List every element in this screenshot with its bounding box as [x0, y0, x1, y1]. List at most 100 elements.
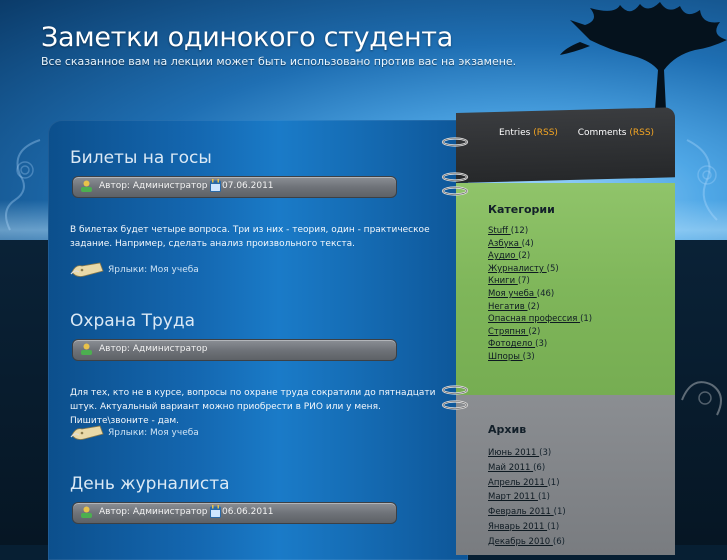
- category-link[interactable]: Негатив: [488, 302, 527, 312]
- binder-ring-icon: [441, 385, 469, 395]
- category-count: (1): [580, 314, 593, 325]
- post-date: 07.06.2011: [222, 181, 274, 191]
- archive-count: (1): [547, 477, 560, 488]
- list-item: Апрель 2011 (1): [488, 476, 566, 491]
- post-meta-bar: Автор: Администратор 06.06.2011: [72, 502, 397, 524]
- post-author: Автор: Администратор: [99, 344, 208, 354]
- category-link[interactable]: Опасная профессия: [488, 314, 580, 324]
- comments-link[interactable]: Comments: [578, 128, 627, 138]
- archive-link[interactable]: Апрель 2011: [488, 478, 547, 488]
- list-item: Книги (7): [488, 275, 592, 288]
- category-count: (3): [522, 351, 535, 362]
- category-count: (2): [528, 326, 541, 337]
- post-paragraph: Для тех, кто не в курсе, вопросы по охра…: [70, 388, 436, 426]
- post-title[interactable]: День журналиста: [70, 474, 230, 494]
- category-link[interactable]: Фотодело: [488, 339, 535, 349]
- sidebar-feeds-panel: [456, 107, 675, 183]
- entries-rss-link[interactable]: (RSS): [533, 128, 558, 138]
- decorative-swirl-icon: [5, 139, 41, 231]
- list-item: Опасная профессия (1): [488, 313, 592, 326]
- calendar-icon: [210, 505, 221, 518]
- decorative-swirl-icon: [686, 139, 718, 221]
- category-count: (2): [518, 251, 531, 262]
- category-count: (12): [510, 226, 529, 236]
- category-link[interactable]: Аудио: [488, 251, 518, 261]
- calendar-icon: [210, 179, 221, 192]
- tree-icon: [560, 2, 727, 110]
- list-item: Май 2011 (6): [488, 461, 566, 476]
- archive-link[interactable]: Декабрь 2010: [488, 537, 553, 547]
- decorative-swirl-icon: [681, 381, 722, 416]
- post-body: В билетах будет четыре вопроса. Три из н…: [70, 223, 440, 251]
- category-count: (46): [536, 288, 555, 299]
- category-count: (3): [535, 339, 548, 350]
- list-item: Журналисту (5): [488, 263, 592, 276]
- post-title[interactable]: Билеты на госы: [70, 148, 212, 168]
- list-item: Июнь 2011 (3): [488, 446, 566, 461]
- archive-count: (1): [553, 507, 566, 518]
- post-date: 06.06.2011: [222, 507, 274, 517]
- user-icon: [81, 343, 92, 355]
- list-item: Аудио (2): [488, 250, 592, 263]
- comments-rss-link[interactable]: (RSS): [629, 128, 654, 138]
- archive-link[interactable]: Май 2011: [488, 463, 533, 473]
- archive-link[interactable]: Июнь 2011: [488, 448, 539, 458]
- archive-title: Архив: [488, 423, 527, 436]
- site-title[interactable]: Заметки одинокого студента: [41, 22, 453, 53]
- main-content: Билеты на госы Автор: Администратор 07.0…: [48, 120, 468, 560]
- list-item: Азбука (4): [488, 238, 592, 251]
- entries-link[interactable]: Entries: [499, 128, 530, 138]
- list-item: Негатив (2): [488, 301, 592, 314]
- category-count: (2): [527, 301, 540, 312]
- post-tags: Ярлыки: Моя учеба: [70, 423, 270, 445]
- category-link[interactable]: Стряпня: [488, 327, 528, 337]
- binder-ring-icon: [441, 186, 469, 196]
- list-item: Шпоры (3): [488, 351, 592, 364]
- binder-ring-icon: [441, 137, 469, 147]
- tags-link[interactable]: Ярлыки: Моя учеба: [108, 428, 199, 438]
- archive-count: (1): [537, 492, 550, 503]
- tag-icon: [70, 425, 104, 440]
- binder-ring-icon: [441, 400, 469, 410]
- archive-count: (6): [533, 462, 546, 473]
- archive-list: Июнь 2011 (3) Май 2011 (6) Апрель 2011 (…: [488, 446, 566, 550]
- archive-count: (3): [539, 448, 552, 458]
- list-item: Март 2011 (1): [488, 490, 566, 505]
- category-link[interactable]: Шпоры: [488, 352, 523, 362]
- archive-link[interactable]: Март 2011: [488, 492, 538, 502]
- archive-count: (1): [547, 521, 560, 532]
- post-meta-bar: Автор: Администратор: [72, 339, 397, 361]
- post-author: Автор: Администратор: [99, 181, 208, 191]
- list-item: Моя учеба (46): [488, 288, 592, 301]
- category-link[interactable]: Stuff: [488, 226, 511, 236]
- category-link[interactable]: Азбука: [488, 239, 522, 249]
- post-author: Автор: Администратор: [99, 507, 208, 517]
- category-link[interactable]: Книги: [488, 276, 518, 286]
- post-tags: Ярлыки: Моя учеба: [70, 260, 270, 282]
- category-count: (7): [517, 276, 530, 287]
- list-item: Декабрь 2010 (6): [488, 535, 566, 550]
- post-title[interactable]: Охрана Труда: [70, 311, 195, 331]
- category-count: (4): [521, 238, 534, 249]
- archive-count: (6): [552, 536, 565, 547]
- feeds-links: Entries (RSS) Comments (RSS): [499, 128, 654, 138]
- list-item: Январь 2011 (1): [488, 520, 566, 535]
- tags-link[interactable]: Ярлыки: Моя учеба: [108, 265, 199, 275]
- category-link[interactable]: Моя учеба: [488, 289, 537, 299]
- category-link[interactable]: Журналисту: [488, 264, 547, 274]
- categories-list: Stuff (12) Азбука (4) Аудио (2) Журналис…: [488, 225, 592, 364]
- list-item: Stuff (12): [488, 225, 592, 238]
- list-item: Февраль 2011 (1): [488, 505, 566, 520]
- post-meta-bar: Автор: Администратор 07.06.2011: [72, 176, 397, 198]
- list-item: Стряпня (2): [488, 326, 592, 339]
- user-icon: [81, 506, 92, 518]
- archive-link[interactable]: Февраль 2011: [488, 507, 554, 517]
- categories-title: Категории: [488, 203, 555, 216]
- archive-link[interactable]: Январь 2011: [488, 522, 547, 532]
- site-subtitle: Все сказанное вам на лекции может быть и…: [41, 55, 517, 68]
- post-paragraph: В билетах будет четыре вопроса. Три из н…: [70, 225, 430, 249]
- post-body: Для тех, кто не в курсе, вопросы по охра…: [70, 386, 440, 428]
- tag-icon: [70, 262, 104, 277]
- user-icon: [81, 180, 92, 192]
- category-count: (5): [546, 263, 559, 274]
